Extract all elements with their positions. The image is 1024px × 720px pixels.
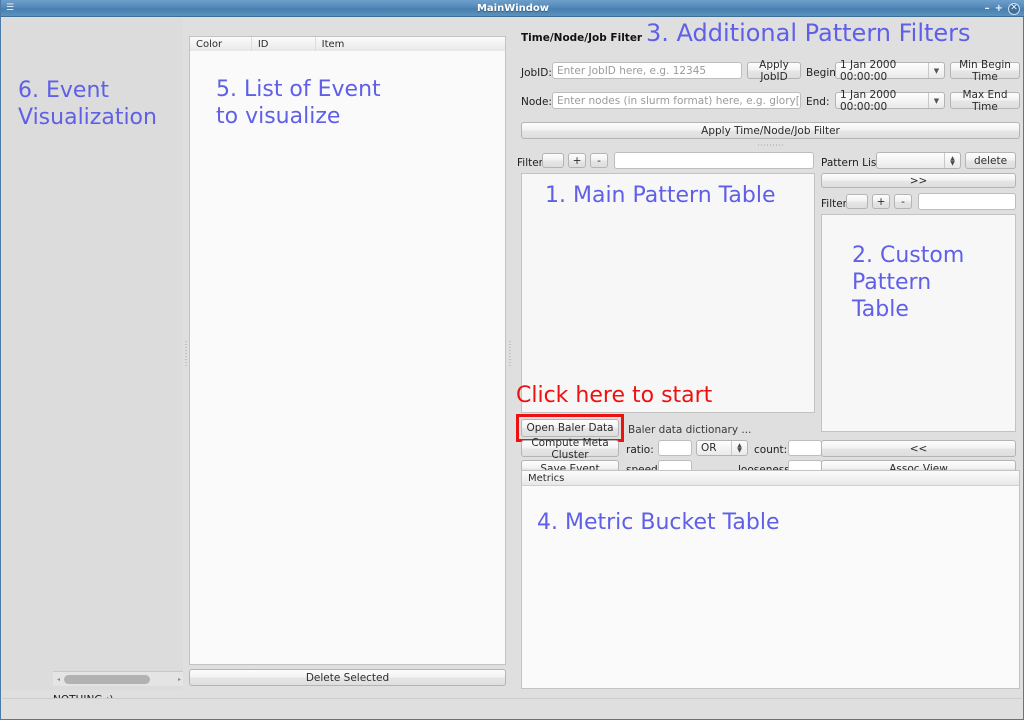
main-filter-input[interactable] [614,152,814,169]
end-label: End: [806,96,830,108]
annotation-event-visualization: 6. Event Visualization [18,78,157,130]
right-pane: Time/Node/Job Filter JobID: Enter JobID … [513,18,1024,690]
scroll-left-arrow-icon[interactable]: ◂ [53,676,64,683]
end-datetime-value: 1 Jan 2000 00:00:00 [840,88,897,113]
begin-datetime-value: 1 Jan 2000 00:00:00 [840,58,897,83]
operator-value: OR [701,442,717,454]
main-filter-remove-button[interactable]: - [590,153,608,168]
event-list-column-id[interactable]: ID [252,37,316,51]
apply-jobid-button[interactable]: Apply JobID [747,59,801,83]
window-title: MainWindow [476,3,550,14]
visualization-horizontal-scrollbar[interactable]: ◂ ▸ [53,671,185,686]
custom-filter-remove-button[interactable]: - [894,194,912,209]
status-bar [2,698,1022,718]
chevron-down-icon[interactable]: ▼ [928,93,944,108]
main-filter-mode-button[interactable] [542,153,564,168]
node-label: Node: [521,96,552,108]
event-list-column-item[interactable]: Item [316,37,505,51]
begin-datetime-input[interactable]: 1 Jan 2000 00:00:00 ▼ [835,59,945,83]
annotation-metric-bucket-table: 4. Metric Bucket Table [537,510,780,535]
main-filter-add-button[interactable]: + [568,153,586,168]
min-begin-time-button[interactable]: Min Begin Time [950,59,1020,83]
end-datetime-input[interactable]: 1 Jan 2000 00:00:00 ▼ [835,89,945,113]
baler-dictionary-label: Baler data dictionary ... [628,424,752,436]
metrics-table-body[interactable]: 4. Metric Bucket Table [521,486,1020,689]
jobid-input[interactable]: Enter JobID here, e.g. 12345 [552,62,742,79]
main-window: ☰ MainWindow – + ✕ 6. Event Visualizatio… [0,0,1024,720]
spinner-arrows-icon[interactable]: ▲ ▼ [944,153,960,168]
count-label: count: [754,444,788,456]
event-list-header: Color ID Item [189,36,506,52]
delete-pattern-button[interactable]: delete [965,152,1016,169]
delete-selected-button[interactable]: Delete Selected [189,669,506,686]
maximize-icon[interactable]: + [995,3,1003,14]
close-icon[interactable]: ✕ [1008,2,1020,15]
event-visualization-panel[interactable]: 6. Event Visualization ◂ ▸ NOTHING :) [2,18,185,706]
event-list-table[interactable]: 5. List of Event to visualize [189,51,506,665]
count-input[interactable] [788,440,822,456]
open-baler-data-button[interactable]: Open Baler Data [521,419,619,437]
custom-filter-add-button[interactable]: + [872,194,890,209]
chevron-down-icon[interactable]: ▼ [928,63,944,78]
scrollbar-thumb[interactable] [64,674,150,684]
custom-filter-mode-button[interactable] [846,194,868,209]
main-pattern-table[interactable]: 1. Main Pattern Table [521,173,815,413]
metrics-column-label[interactable]: Metrics [522,470,1016,486]
operator-select[interactable]: OR ▲ ▼ [696,440,748,456]
time-filter-group-title: Time/Node/Job Filter [521,32,643,44]
ratio-input[interactable] [658,440,692,456]
pattern-list-select[interactable]: ▲ ▼ [876,152,961,169]
move-left-button[interactable]: << [821,440,1016,457]
annotation-main-pattern-table: 1. Main Pattern Table [545,183,776,208]
splitter-horizontal-top[interactable] [521,142,1020,149]
window-controls: – + ✕ [985,2,1020,15]
apply-time-node-job-filter-button[interactable]: Apply Time/Node/Job Filter [521,122,1020,139]
title-bar: ☰ MainWindow – + ✕ [1,0,1024,17]
custom-pattern-table[interactable]: 2. Custom Pattern Table [821,214,1016,432]
ratio-label: ratio: [626,444,654,456]
event-list-column-color[interactable]: Color [190,37,252,51]
custom-filter-input[interactable] [918,193,1016,210]
pattern-list-label: Pattern List [821,157,881,169]
annotation-event-list: 5. List of Event to visualize [216,77,381,129]
metrics-header-row: Metrics [521,470,1020,486]
metrics-panel[interactable]: Metrics 4. Metric Bucket Table [521,470,1020,689]
jobid-label: JobID: [521,67,552,79]
compute-meta-cluster-button[interactable]: Compute Meta Cluster [521,437,619,461]
max-end-time-button[interactable]: Max End Time [950,89,1020,113]
minimize-icon[interactable]: – [985,3,990,14]
annotation-custom-pattern-table: 2. Custom Pattern Table [852,243,965,322]
scrollbar-track[interactable] [64,672,174,687]
node-input[interactable]: Enter nodes (in slurm format) here, e.g.… [552,92,801,109]
move-right-button[interactable]: >> [821,173,1016,188]
spinner-arrows-icon[interactable]: ▲ ▼ [731,441,747,455]
